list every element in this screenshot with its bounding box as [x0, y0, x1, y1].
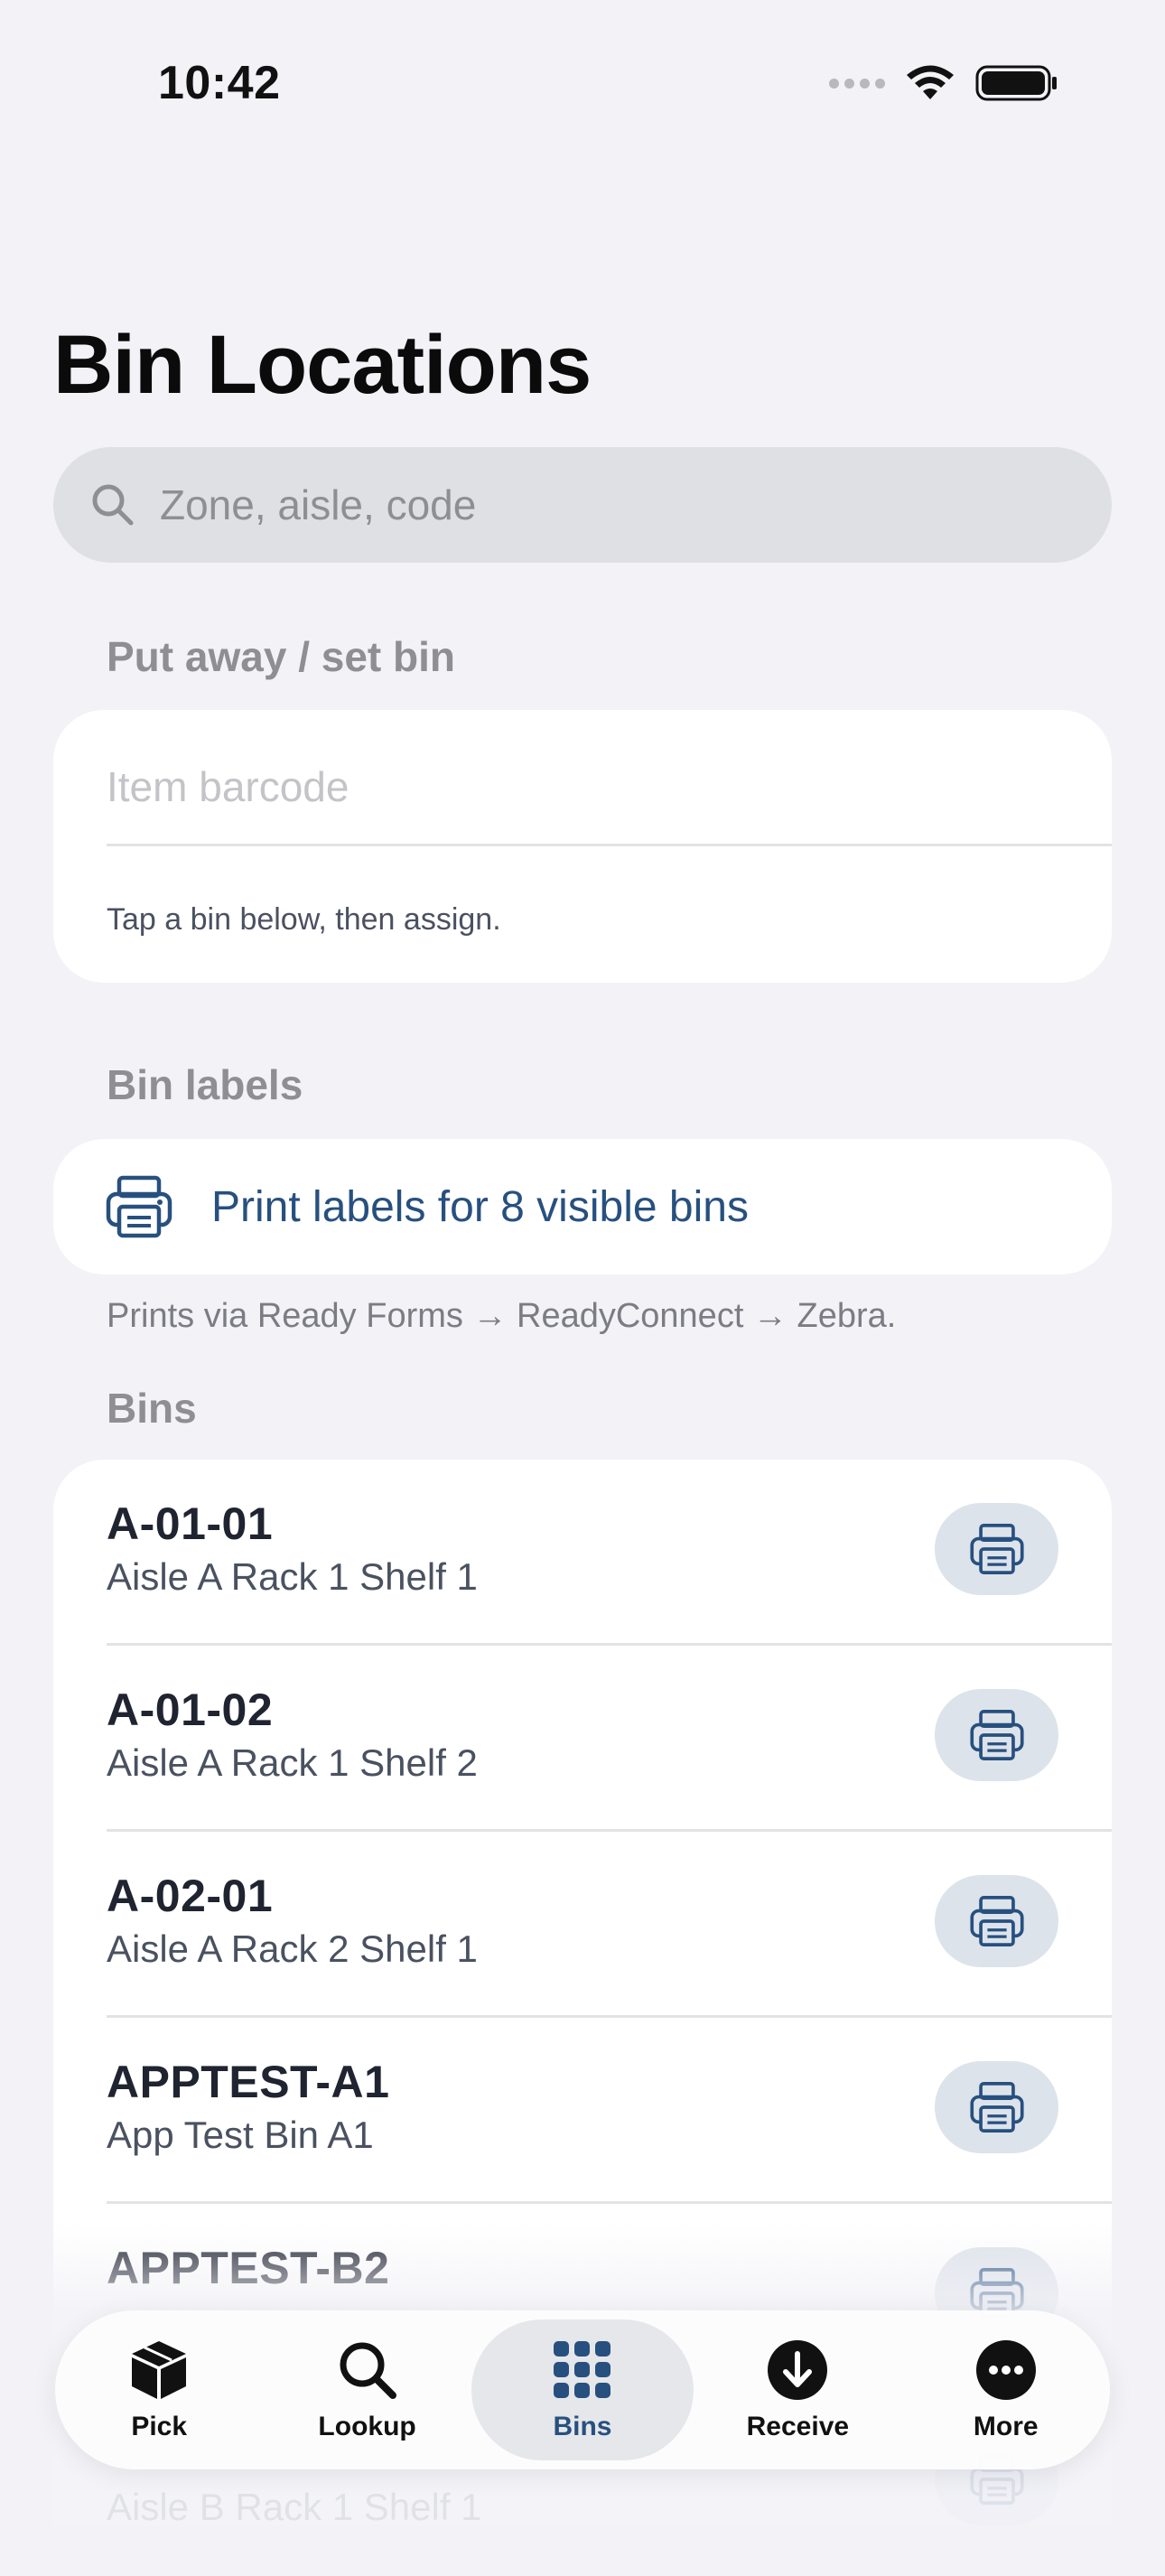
- bin-code: APPTEST-A1: [107, 2057, 390, 2107]
- print-bin-label-button[interactable]: [935, 2061, 1058, 2153]
- bin-labels-section-label: Bin labels: [107, 1061, 303, 1108]
- status-time: 10:42: [158, 57, 281, 109]
- tab-bins[interactable]: Bins: [471, 2319, 694, 2460]
- print-all-labels-button[interactable]: Print labels for 8 visible bins: [53, 1139, 1112, 1274]
- grid-icon: [553, 2341, 610, 2398]
- put-away-card: Tap a bin below, then assign.: [53, 710, 1112, 983]
- ellipsis-circle-icon: [975, 2340, 1036, 2400]
- printer-icon: [969, 2082, 1024, 2133]
- tab-label: Bins: [553, 2412, 612, 2441]
- bin-row[interactable]: APPTEST-A1 App Test Bin A1: [53, 2018, 1112, 2204]
- tab-lookup[interactable]: Lookup: [264, 2319, 471, 2460]
- printer-icon: [969, 1710, 1024, 1760]
- bin-description: Aisle A Rack 1 Shelf 2: [107, 1741, 478, 1784]
- bin-description: Aisle B Rack 1 Shelf 1: [107, 2486, 482, 2528]
- bin-description: Aisle A Rack 1 Shelf 1: [107, 1555, 478, 1598]
- print-all-labels-label: Print labels for 8 visible bins: [211, 1182, 749, 1231]
- printer-icon: [106, 1175, 172, 1238]
- bin-code: A-01-01: [107, 1498, 274, 1549]
- cube-icon: [132, 2341, 187, 2399]
- bin-row[interactable]: A-01-01 Aisle A Rack 1 Shelf 1: [53, 1460, 1112, 1646]
- tab-label: Receive: [746, 2412, 850, 2441]
- put-away-helper-text: Tap a bin below, then assign.: [107, 902, 501, 937]
- tab-label: Pick: [131, 2412, 188, 2441]
- search-bar[interactable]: [53, 447, 1112, 563]
- wifi-icon: [907, 65, 954, 99]
- page-title: Bin Locations: [53, 319, 592, 411]
- print-route-footnote: Prints via Ready Forms → ReadyConnect → …: [107, 1297, 897, 1335]
- bin-row[interactable]: A-01-02 Aisle A Rack 1 Shelf 2: [53, 1646, 1112, 1832]
- magnifier-icon: [340, 2342, 396, 2399]
- bin-code: A-01-02: [107, 1685, 274, 1735]
- item-barcode-field[interactable]: [107, 746, 1058, 827]
- tab-bar: Pick Lookup Bins Receive More: [55, 2310, 1110, 2469]
- print-bin-label-button[interactable]: [935, 1689, 1058, 1781]
- battery-icon: [975, 65, 1057, 101]
- cellular-signal-icon: [829, 78, 885, 89]
- field-divider: [107, 844, 1112, 846]
- tab-receive[interactable]: Receive: [694, 2319, 901, 2460]
- bin-code: A-02-01: [107, 1871, 274, 1921]
- status-indicators: [829, 63, 1058, 103]
- search-input[interactable]: [158, 480, 1065, 530]
- tab-more[interactable]: More: [902, 2319, 1110, 2460]
- printer-icon: [969, 1524, 1024, 1574]
- tab-label: Lookup: [318, 2412, 416, 2441]
- arrow-down-circle-icon: [768, 2340, 828, 2400]
- tab-pick[interactable]: Pick: [55, 2319, 263, 2460]
- tab-label: More: [973, 2412, 1039, 2441]
- put-away-section-label: Put away / set bin: [107, 633, 455, 680]
- print-bin-label-button[interactable]: [935, 1503, 1058, 1595]
- search-icon: [92, 484, 134, 526]
- bin-description: App Test Bin A1: [107, 2114, 374, 2156]
- bins-section-label: Bins: [107, 1385, 197, 1432]
- bin-description: Aisle A Rack 2 Shelf 1: [107, 1927, 478, 1970]
- bin-code: APPTEST-B2: [107, 2243, 390, 2293]
- print-bin-label-button[interactable]: [935, 1875, 1058, 1967]
- printer-icon: [969, 1896, 1024, 1946]
- bin-row[interactable]: A-02-01 Aisle A Rack 2 Shelf 1: [53, 1832, 1112, 2018]
